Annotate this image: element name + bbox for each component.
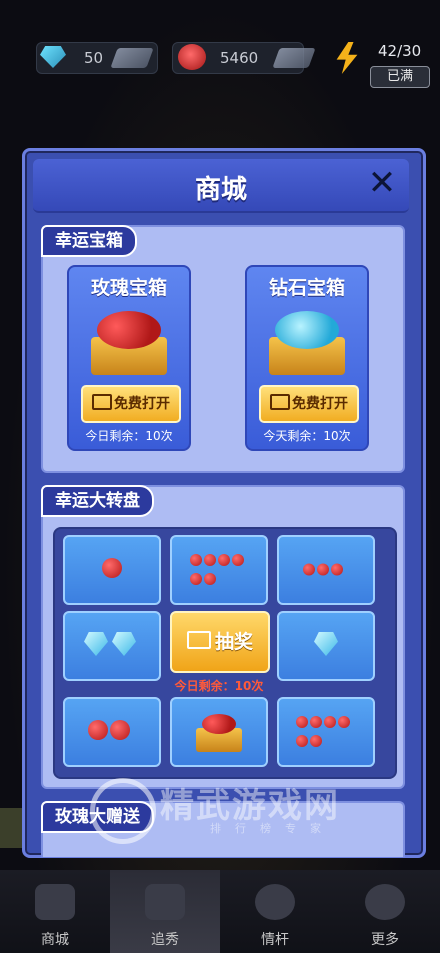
prize-two-diamonds [63, 611, 161, 681]
draw-button[interactable]: 抽奖 [170, 611, 270, 673]
video-icon [92, 394, 112, 410]
stamina-count: 42/30 [378, 42, 422, 60]
rose-icon [102, 558, 122, 578]
prize-many-roses [170, 535, 268, 605]
rose-chest-icon [87, 307, 171, 377]
shop-modal: 商城 ✕ 幸运宝箱 玫瑰宝箱 免费打开 今日剩余：10次 钻石宝箱 免费打开 今… [22, 148, 426, 858]
more-icon [365, 884, 405, 920]
diamond-box-card[interactable]: 钻石宝箱 免费打开 今天剩余：10次 [245, 265, 369, 451]
rose-box-card[interactable]: 玫瑰宝箱 免费打开 今日剩余：10次 [67, 265, 191, 451]
bottom-nav: 商城 追秀 情杆 更多 [0, 870, 440, 953]
prize-rose-pile [277, 697, 375, 767]
modal-header: 商城 ✕ [33, 159, 409, 213]
rose-gift-tag: 玫瑰大赠送 [41, 801, 154, 833]
rose-icon [303, 563, 315, 576]
rose-icon [190, 554, 202, 566]
rose-gift-panel: 玫瑰大赠送 [41, 801, 405, 857]
nav-chase[interactable]: 追秀 [110, 870, 220, 953]
nav-wheel[interactable]: 情杆 [220, 870, 330, 953]
nav-shop-label: 商城 [41, 932, 69, 948]
nav-more-label: 更多 [371, 932, 399, 948]
gem-count: 50 [84, 49, 104, 67]
horse-icon [145, 884, 185, 920]
lucky-box-tag: 幸运宝箱 [41, 225, 137, 257]
open-button-label: 免费打开 [114, 396, 170, 412]
rose-box-remaining: 今日剩余：10次 [85, 429, 173, 443]
resource-bar: 50 5460 42/30 已满 [0, 30, 440, 90]
lucky-wheel-tag: 幸运大转盘 [41, 485, 154, 517]
prize-rose-bunch [277, 535, 375, 605]
prize-two-roses [63, 697, 161, 767]
video-icon [270, 394, 290, 410]
rose-count: 5460 [220, 49, 259, 67]
open-button-label: 免费打开 [292, 396, 348, 412]
rose-box-title: 玫瑰宝箱 [90, 277, 167, 299]
shop-cart-icon [35, 884, 75, 920]
nav-shop[interactable]: 商城 [0, 870, 110, 953]
diamond-box-remaining: 今天剩余：10次 [263, 429, 351, 443]
video-icon [186, 631, 211, 649]
prize-rose-chest [170, 697, 268, 767]
diamond-chest-icon [265, 307, 349, 377]
rose-box-open-button[interactable]: 免费打开 [81, 385, 181, 423]
rose-icon [178, 44, 206, 70]
modal-title: 商城 [194, 175, 247, 205]
card-icon [110, 48, 154, 68]
nav-more[interactable]: 更多 [330, 870, 440, 953]
wheel-grid: 抽奖 今日剩余：10次 [53, 527, 397, 779]
diamond-box-open-button[interactable]: 免费打开 [259, 385, 359, 423]
diamond-icon [314, 632, 338, 656]
lightning-icon [336, 42, 358, 74]
card-icon [272, 48, 316, 68]
rose-chest-icon [202, 714, 236, 734]
nav-wheel-label: 情杆 [261, 932, 289, 948]
wheel-icon [255, 884, 295, 920]
diamond-box-title: 钻石宝箱 [268, 277, 345, 299]
close-button[interactable]: ✕ [365, 166, 399, 201]
draw-remaining: 今日剩余：10次 [174, 679, 264, 693]
diamond-icon [84, 632, 108, 656]
rose-icon [296, 716, 308, 728]
rose-icon [88, 720, 108, 740]
prize-single-rose [63, 535, 161, 605]
stamina-status-badge: 已满 [370, 66, 430, 88]
nav-chase-label: 追秀 [151, 932, 179, 948]
lucky-box-panel: 幸运宝箱 玫瑰宝箱 免费打开 今日剩余：10次 钻石宝箱 免费打开 今天剩余：1… [41, 225, 405, 473]
prize-one-diamond [277, 611, 375, 681]
side-notice [0, 808, 22, 848]
draw-button-label: 抽奖 [214, 631, 253, 653]
lucky-wheel-panel: 幸运大转盘 抽奖 今日剩余：10次 [41, 485, 405, 789]
